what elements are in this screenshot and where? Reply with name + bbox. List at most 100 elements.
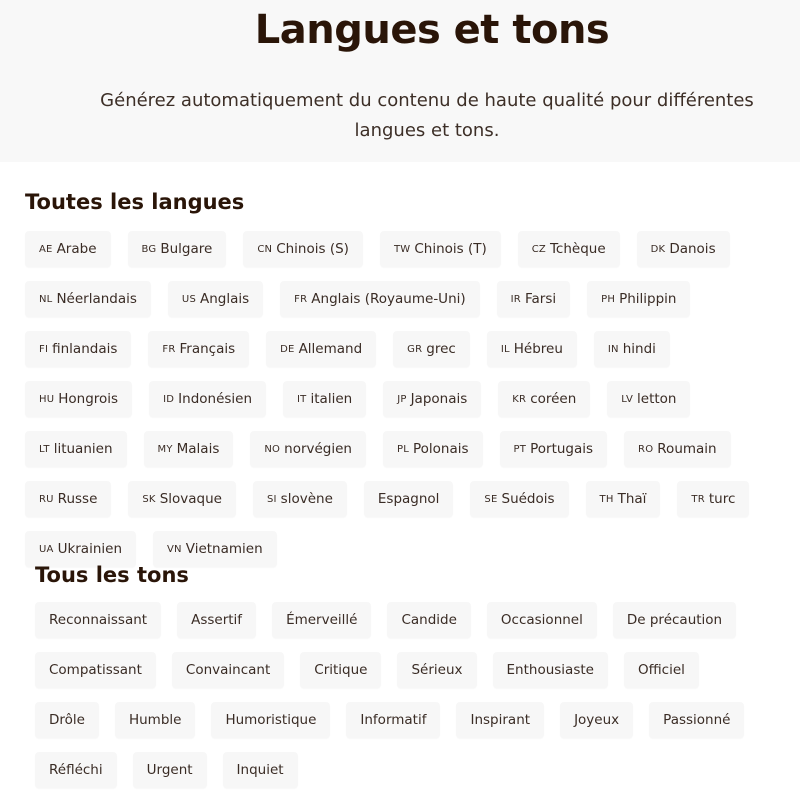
language-label: Suédois (501, 491, 555, 507)
tone-chip[interactable]: Inspirant (456, 702, 545, 738)
tone-chip[interactable]: Inquiet (222, 752, 298, 788)
language-label: Indonésien (178, 391, 253, 407)
languages-list: AE Arabe BG Bulgare CN Chinois (S) TW Chinois (… (25, 231, 785, 567)
country-code-badge: IR (510, 293, 521, 305)
language-chip[interactable]: PL Polonais (382, 431, 483, 467)
language-chip[interactable]: US Anglais (167, 281, 264, 317)
country-code-badge: ID (163, 393, 175, 405)
tone-chip[interactable]: Réfléchi (35, 752, 117, 788)
language-label: Malais (176, 441, 220, 457)
language-chip[interactable]: RO Roumain (624, 431, 731, 467)
language-chip[interactable]: ID Indonésien (149, 381, 267, 417)
language-chip[interactable]: CZ Tchèque (517, 231, 620, 267)
country-code-badge: GR (407, 343, 423, 355)
country-code-badge: IN (607, 343, 619, 355)
language-chip[interactable]: FR Français (148, 331, 250, 367)
tone-chip[interactable]: Émerveillé (272, 602, 372, 638)
language-chip[interactable]: JP Japonais (383, 381, 482, 417)
languages-section: Toutes les langues AE Arabe BG Bulgare CN Chi… (25, 190, 785, 567)
language-chip[interactable]: BG Bulgare (127, 231, 227, 267)
language-chip[interactable]: FR Anglais (Royaume-Uni) (280, 281, 480, 317)
language-chip[interactable]: PT Portugais (499, 431, 608, 467)
page-subtitle: Générez automatiquement du contenu de ha… (100, 90, 754, 141)
language-chip[interactable]: SK Slovaque (128, 481, 236, 517)
language-chip[interactable]: DE Allemand (266, 331, 377, 367)
language-chip[interactable]: CN Chinois (S) (243, 231, 363, 267)
language-chip[interactable]: PH Philippin (587, 281, 691, 317)
tone-chip[interactable]: Reconnaissant (35, 602, 162, 638)
language-chip[interactable]: DK Danois (636, 231, 730, 267)
tone-chip[interactable]: Passionné (649, 702, 745, 738)
tones-heading: Tous les tons (35, 563, 189, 587)
language-chip[interactable]: IL Hébreu (486, 331, 577, 367)
language-chip[interactable]: VN Vietnamien (153, 531, 277, 567)
country-code-badge: IL (500, 343, 510, 355)
language-chip[interactable]: SI slovène (252, 481, 347, 517)
country-code-badge: TW (393, 243, 411, 255)
language-chip[interactable]: LV letton (607, 381, 691, 417)
country-code-badge: KR (512, 393, 527, 405)
language-label: Néerlandais (56, 291, 137, 307)
tone-chip[interactable]: Urgent (132, 752, 207, 788)
language-chip[interactable]: MY Malais (143, 431, 234, 467)
country-code-badge: CZ (531, 243, 546, 255)
language-chip[interactable]: TR turc (677, 481, 750, 517)
language-label: lituanien (53, 441, 113, 457)
language-chip[interactable]: HU Hongrois (25, 381, 133, 417)
country-code-badge: DE (280, 343, 295, 355)
country-code-badge: TR (691, 493, 705, 505)
tone-chip[interactable]: Compatissant (35, 652, 156, 688)
language-chip[interactable]: IR Farsi (496, 281, 571, 317)
language-chip[interactable]: AE Arabe (25, 231, 111, 267)
language-label: Vietnamien (185, 541, 263, 557)
language-chip[interactable]: Espagnol (363, 481, 454, 517)
language-label: Farsi (524, 291, 557, 307)
language-chip[interactable]: KR coréen (498, 381, 591, 417)
tone-chip[interactable]: Joyeux (560, 702, 634, 738)
language-chip[interactable]: GR grec (393, 331, 470, 367)
country-code-badge: US (181, 293, 196, 305)
tone-chip[interactable]: Informatif (346, 702, 441, 738)
language-label: Français (179, 341, 236, 357)
tone-chip[interactable]: Officiel (623, 652, 699, 688)
tone-chip[interactable]: Assertif (177, 602, 257, 638)
language-chip[interactable]: IN hindi (593, 331, 670, 367)
language-chip[interactable]: TW Chinois (T) (379, 231, 501, 267)
country-code-badge: FR (162, 343, 176, 355)
language-label: Hongrois (58, 391, 119, 407)
tones-section: Tous les tons Reconnaissant Assertif Émerv… (35, 563, 775, 788)
language-chip[interactable]: UA Ukrainien (25, 531, 137, 567)
language-label: Allemand (298, 341, 363, 357)
tone-chip[interactable]: Convaincant (171, 652, 285, 688)
country-code-badge: NL (39, 293, 53, 305)
language-chip[interactable]: LT lituanien (25, 431, 127, 467)
language-label: coréen (530, 391, 577, 407)
tone-chip[interactable]: Occasionnel (486, 602, 597, 638)
tone-chip[interactable]: Candide (387, 602, 471, 638)
country-code-badge: LT (39, 443, 50, 455)
language-label: Anglais (Royaume-Uni) (311, 291, 466, 307)
country-code-badge: CN (257, 243, 273, 255)
country-code-badge: FR (294, 293, 308, 305)
tone-chip[interactable]: De précaution (612, 602, 737, 638)
country-code-badge: MY (157, 443, 173, 455)
tone-chip[interactable]: Sérieux (397, 652, 477, 688)
tone-chip[interactable]: Humoristique (211, 702, 331, 738)
tone-chip[interactable]: Critique (300, 652, 382, 688)
language-label: Slovaque (159, 491, 222, 507)
language-chip[interactable]: TH Thaï (585, 481, 661, 517)
language-label: Philippin (619, 291, 677, 307)
tone-chip[interactable]: Humble (114, 702, 196, 738)
language-label: Espagnol (377, 491, 440, 507)
tone-chip[interactable]: Drôle (35, 702, 99, 738)
language-chip[interactable]: IT italien (283, 381, 367, 417)
language-label: finlandais (52, 341, 118, 357)
language-label: Chinois (S) (276, 241, 349, 257)
language-chip[interactable]: RU Russe (25, 481, 112, 517)
tone-chip[interactable]: Enthousiaste (492, 652, 608, 688)
country-code-badge: AE (39, 243, 53, 255)
language-chip[interactable]: NO norvégien (250, 431, 366, 467)
language-chip[interactable]: NL Néerlandais (25, 281, 151, 317)
language-chip[interactable]: SE Suédois (470, 481, 569, 517)
language-chip[interactable]: FI finlandais (25, 331, 132, 367)
